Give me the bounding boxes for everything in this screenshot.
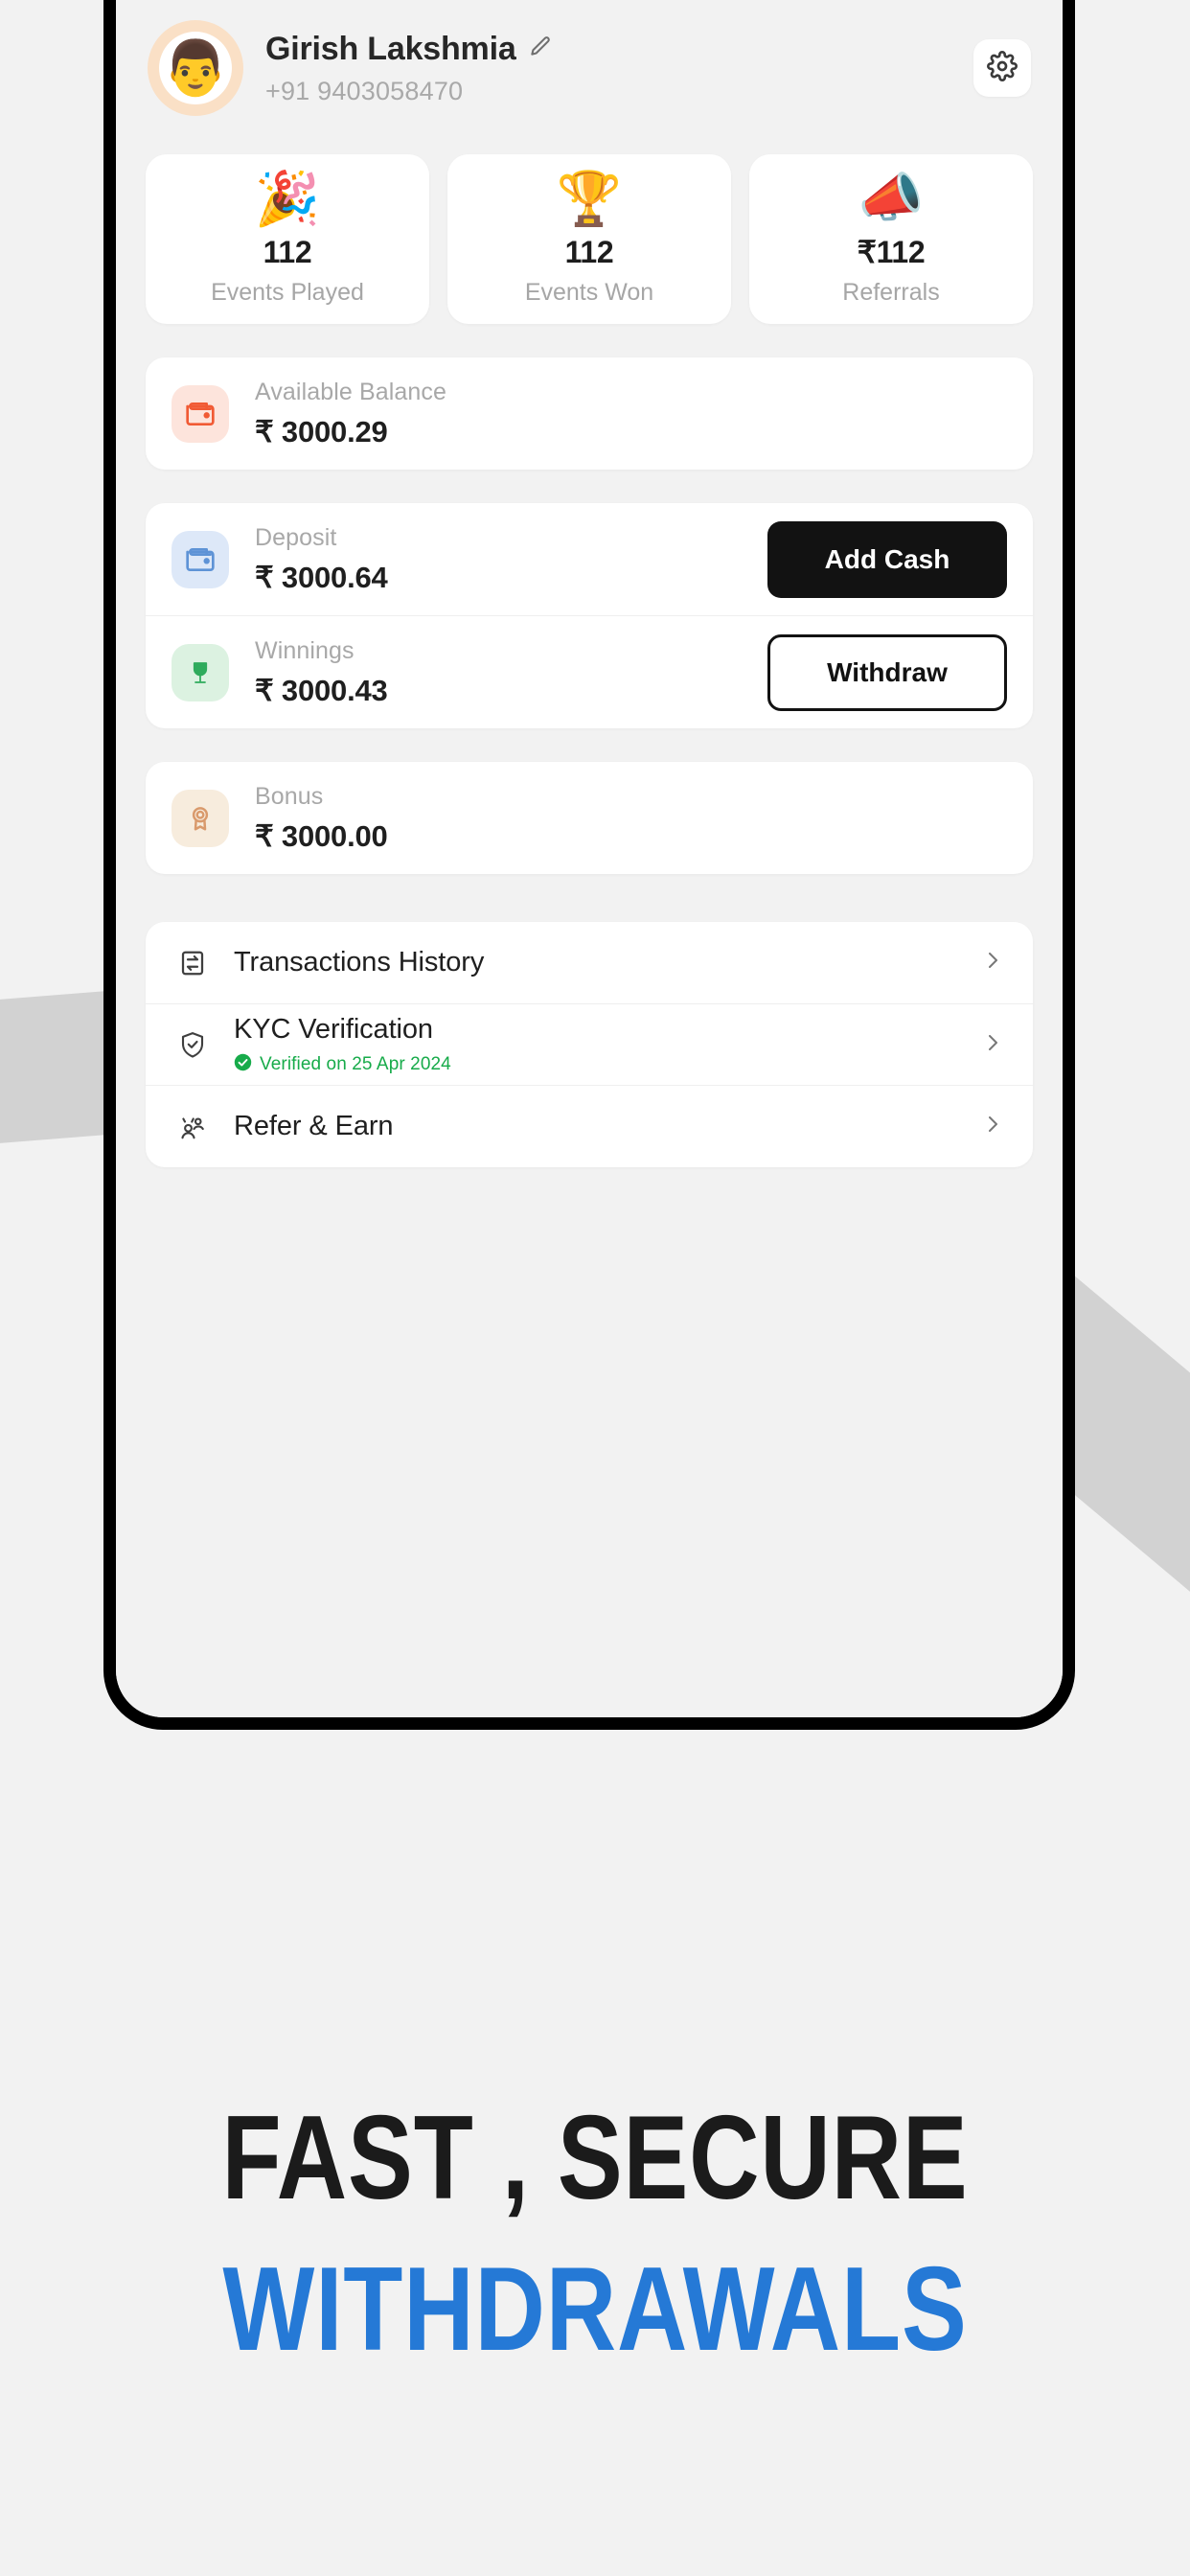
stat-value: ₹112 [857,235,926,269]
menu-item-label: Refer & Earn [234,1111,394,1141]
available-balance-label: Available Balance [255,378,446,405]
medal-icon [172,789,229,847]
page-title: Girish Lakshmia [265,30,516,67]
stat-value: 112 [263,234,312,269]
kyc-status-text: Verified on 25 Apr 2024 [260,1053,451,1074]
trophy-emoji-icon: 🏆 [556,168,623,228]
chevron-right-icon [981,949,1004,977]
phone-mockup-frame: 👨 Girish Lakshmia +91 9403058470 🎉 112 E… [103,0,1075,1730]
stat-label: Events Won [524,278,654,306]
stats-row: 🎉 112 Events Played 🏆 112 Events Won 📣 ₹… [146,154,1033,324]
wallet-icon [172,530,229,588]
bonus-amount: ₹ 3000.00 [255,818,388,853]
trophy-icon [172,643,229,702]
promo-headline-line-2: WITHDRAWALS [222,2243,968,2376]
promo-headline: FAST , SECURE WITHDRAWALS [0,2099,1190,2369]
menu-item-refer-and-earn[interactable]: Refer & Earn [146,1086,1033,1167]
menu-item-label: KYC Verification [234,1013,433,1045]
deposit-text: Deposit ₹ 3000.64 [255,524,767,595]
add-cash-button[interactable]: Add Cash [767,520,1007,598]
pencil-icon[interactable] [528,34,553,64]
available-balance-text: Available Balance ₹ 3000.29 [255,379,1007,449]
avatar-image: 👨 [159,32,232,104]
stat-label: Events Played [211,278,364,306]
winnings-row: Winnings ₹ 3000.43 Withdraw [146,616,1033,728]
chevron-right-icon [981,1113,1004,1140]
stat-card-events-won[interactable]: 🏆 112 Events Won [447,154,731,324]
deposit-row: Deposit ₹ 3000.64 Add Cash [146,503,1033,615]
menu-item-body: KYC Verification Verified on 25 Apr 2024 [234,1014,981,1076]
profile-text: Girish Lakshmia +91 9403058470 [265,31,973,106]
refer-people-icon [174,1113,211,1141]
man-with-glasses-avatar-icon: 👨 [162,37,229,98]
bonus-text: Bonus ₹ 3000.00 [255,783,1007,854]
profile-phone-number: +91 9403058470 [265,76,464,105]
menu-item-label: Transactions History [234,947,485,978]
wallet-card: Deposit ₹ 3000.64 Add Cash Winnings ₹ 30… [146,503,1033,728]
promo-headline-line-1: FAST , SECURE [221,2092,969,2224]
winnings-text: Winnings ₹ 3000.43 [255,637,767,708]
verified-check-badge-icon [234,1053,252,1076]
gear-icon [987,50,1018,86]
menu-card: Transactions History KYC Verification Ve… [146,922,1033,1167]
withdraw-button[interactable]: Withdraw [767,633,1007,711]
settings-button[interactable] [973,39,1031,97]
transactions-exchange-icon [174,949,211,978]
available-balance-row: Available Balance ₹ 3000.29 [146,357,1033,470]
stat-card-events-played[interactable]: 🎉 112 Events Played [146,154,429,324]
stat-label: Referrals [842,279,940,306]
stat-value: 112 [564,234,614,269]
stat-card-referrals[interactable]: 📣 ₹112 Referrals [749,154,1033,324]
winnings-label: Winnings [255,636,355,664]
menu-item-transactions-history[interactable]: Transactions History [146,922,1033,1003]
profile-name-row: Girish Lakshmia [265,31,973,68]
deposit-label: Deposit [255,523,337,551]
menu-item-kyc-verification[interactable]: KYC Verification Verified on 25 Apr 2024 [146,1004,1033,1085]
wallet-icon [172,384,229,443]
menu-item-body: Transactions History [234,947,981,978]
bonus-label: Bonus [255,782,324,810]
phone-screen: 👨 Girish Lakshmia +91 9403058470 🎉 112 E… [116,0,1063,1717]
bonus-card[interactable]: Bonus ₹ 3000.00 [146,762,1033,874]
shield-check-icon [174,1030,211,1059]
avatar[interactable]: 👨 [148,20,243,116]
party-popper-emoji-icon: 🎉 [254,168,321,228]
winnings-amount: ₹ 3000.43 [255,673,388,707]
deposit-amount: ₹ 3000.64 [255,560,388,594]
available-balance-card[interactable]: Available Balance ₹ 3000.29 [146,357,1033,470]
chevron-right-icon [981,1031,1004,1059]
menu-item-body: Refer & Earn [234,1111,981,1142]
megaphone-phone-emoji-icon: 📣 [858,168,925,227]
available-balance-amount: ₹ 3000.29 [255,414,388,448]
kyc-status-badge: Verified on 25 Apr 2024 [234,1053,981,1076]
profile-header: 👨 Girish Lakshmia +91 9403058470 [146,12,1033,124]
promo-screenshot: 👨 Girish Lakshmia +91 9403058470 🎉 112 E… [0,0,1190,2576]
bonus-row: Bonus ₹ 3000.00 [146,762,1033,874]
